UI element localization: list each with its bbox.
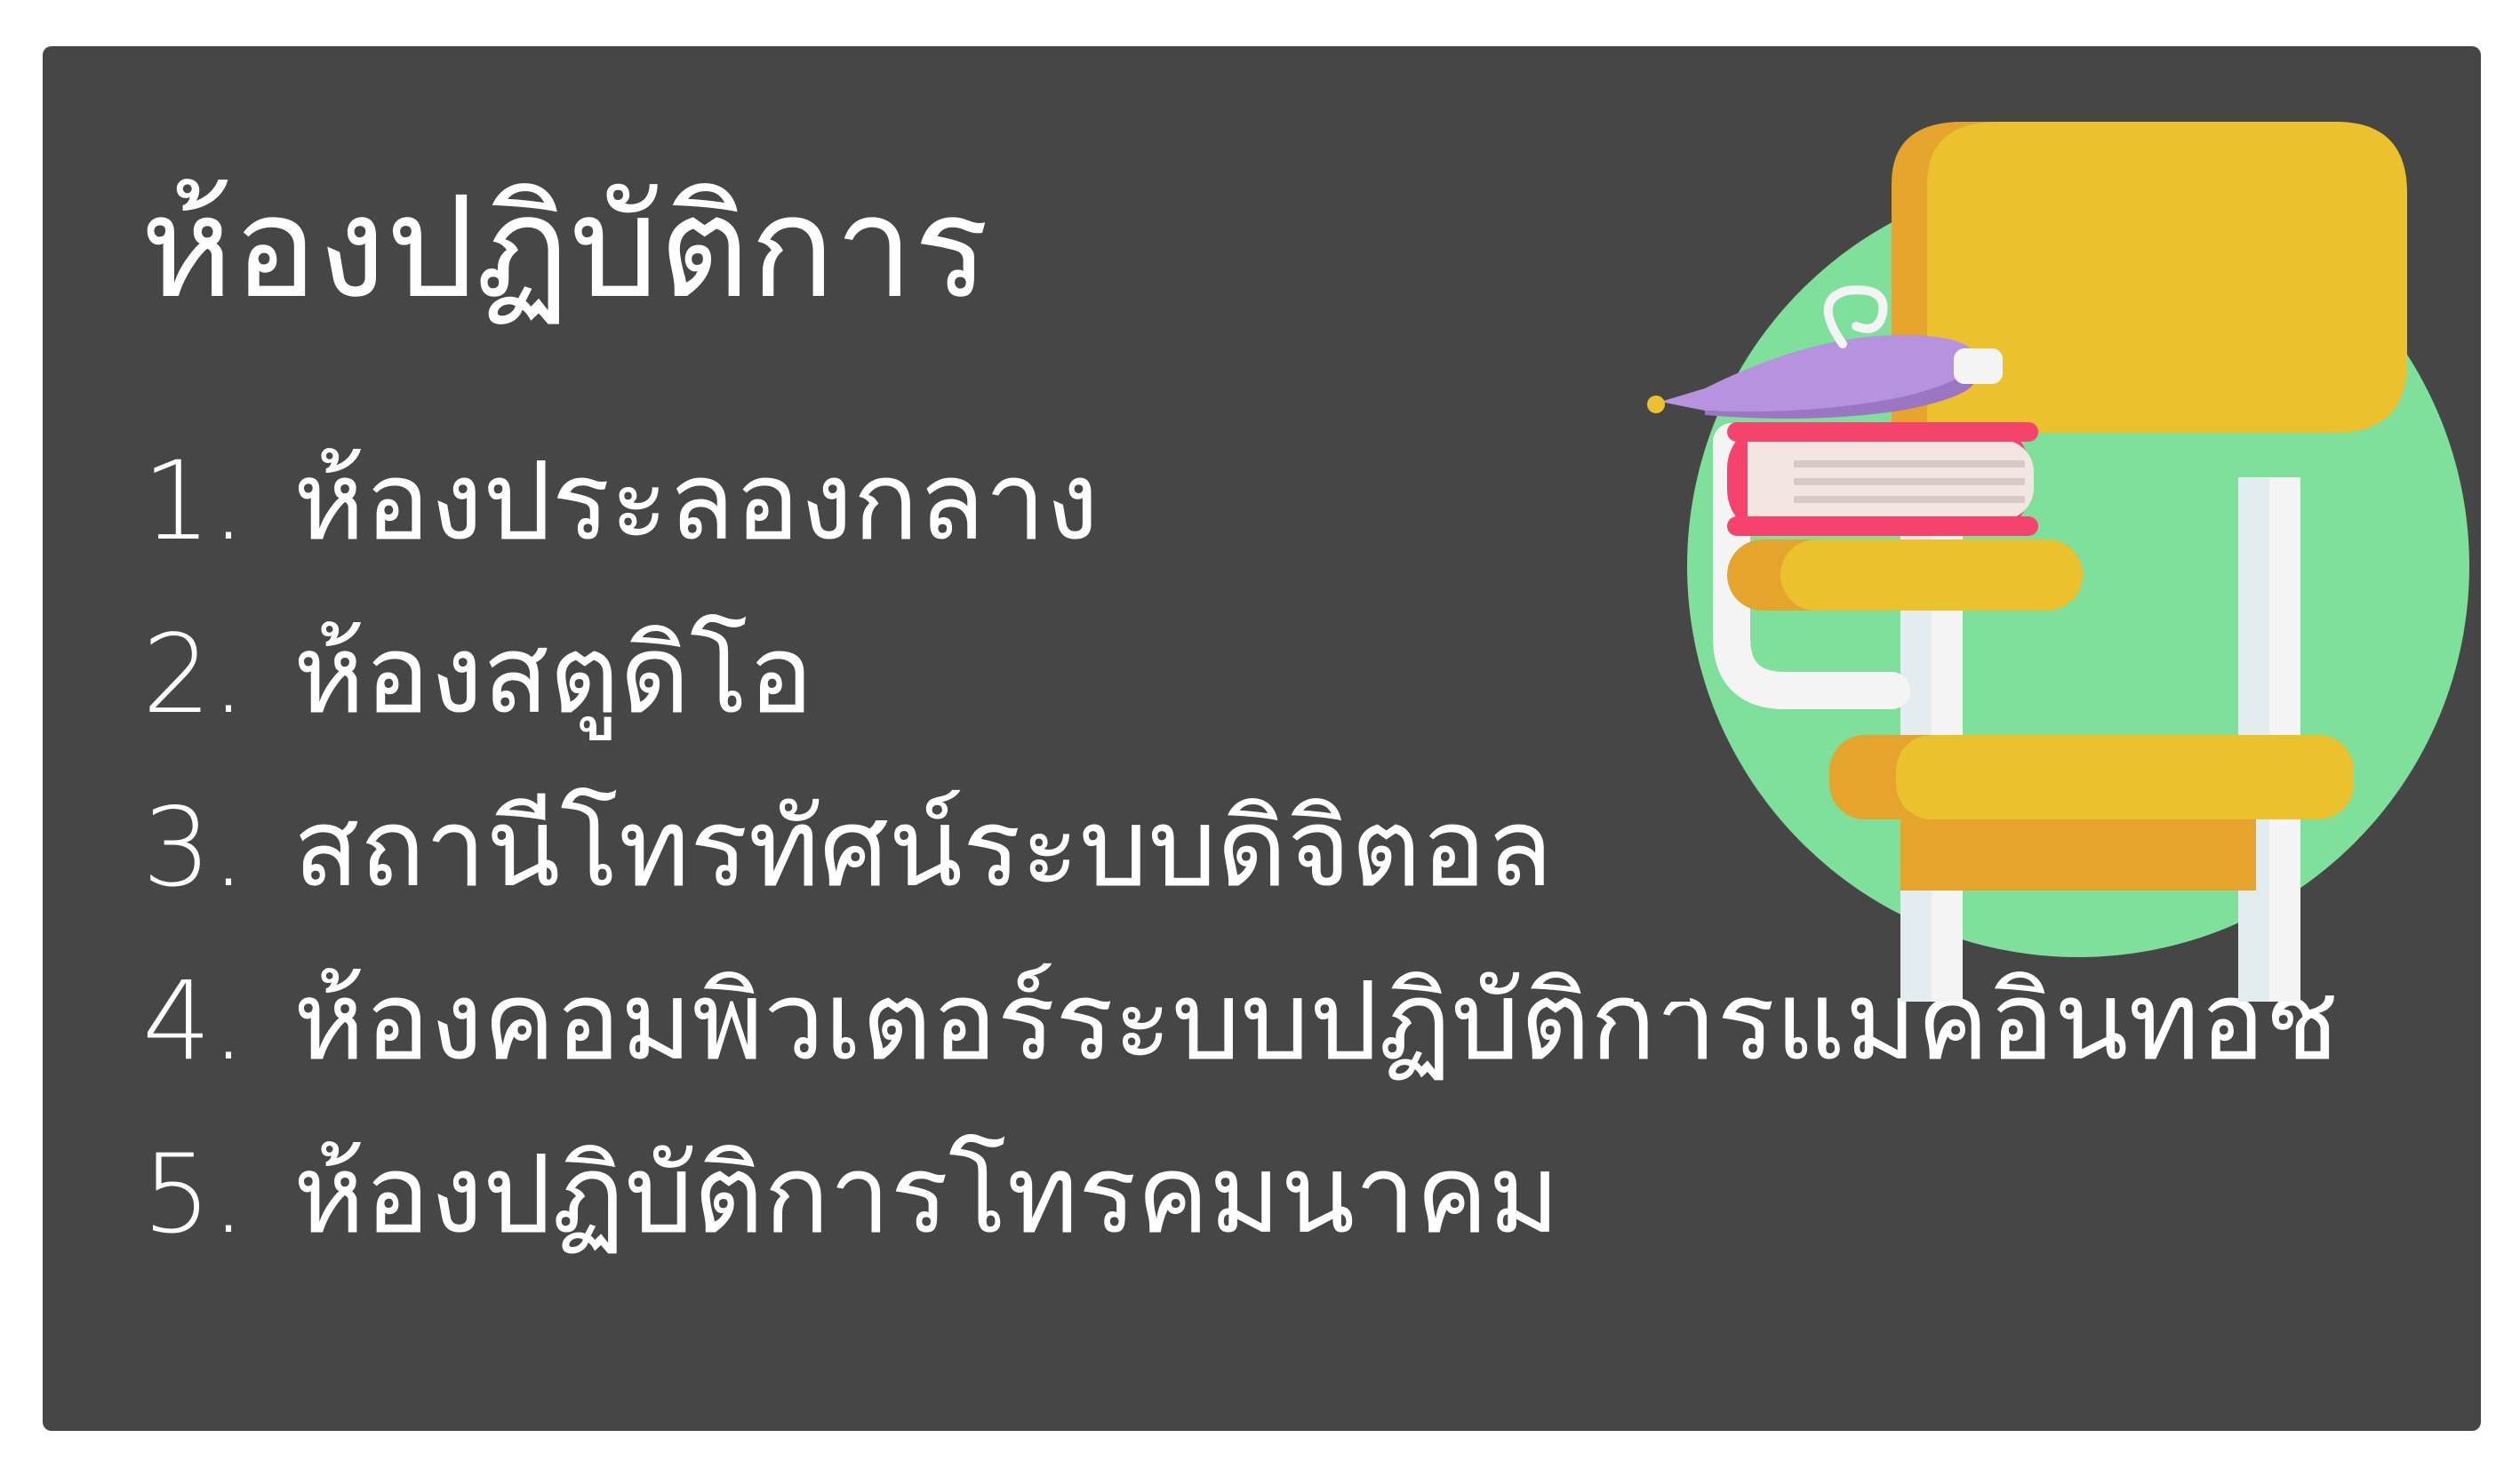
ink-pen-tip	[1647, 395, 1665, 413]
desk-surface	[1780, 539, 2083, 611]
list-item-text: สถานีโทรทัศน์ระบบดิจิตอล	[293, 785, 1553, 911]
list-item-number: 2.	[142, 611, 246, 738]
list-item: 5. ห้องปฏิบัติการโทรคมนาคม	[142, 1108, 2339, 1282]
chair-backrest	[1927, 122, 2407, 433]
list-item-text: ห้องประลองกลาง	[293, 438, 1100, 564]
list-item-number: 4.	[142, 958, 246, 1084]
list-item-number: 5.	[142, 1131, 246, 1258]
ink-pen-cap	[1954, 348, 2003, 384]
chair-seat	[1896, 735, 2354, 819]
book-spine-top	[1727, 422, 2038, 442]
list-item-number: 3.	[142, 785, 246, 911]
list-item-text: ห้องสตูดิโอ	[293, 611, 813, 738]
lab-board: ห้องปฏิบัติการ 1. ห้องประลองกลาง 2. ห้องสต…	[43, 46, 2481, 1431]
book-spine-bottom	[1727, 516, 2038, 536]
school-desk-chair-with-books-icon	[1634, 122, 2478, 1002]
page-title: ห้องปฏิบัติการ	[140, 166, 989, 330]
chair-seat-apron	[1900, 819, 2256, 891]
list-item-text: ห้องปฏิบัติการโทรคมนาคม	[293, 1131, 1560, 1258]
list-item-number: 1.	[142, 438, 246, 564]
